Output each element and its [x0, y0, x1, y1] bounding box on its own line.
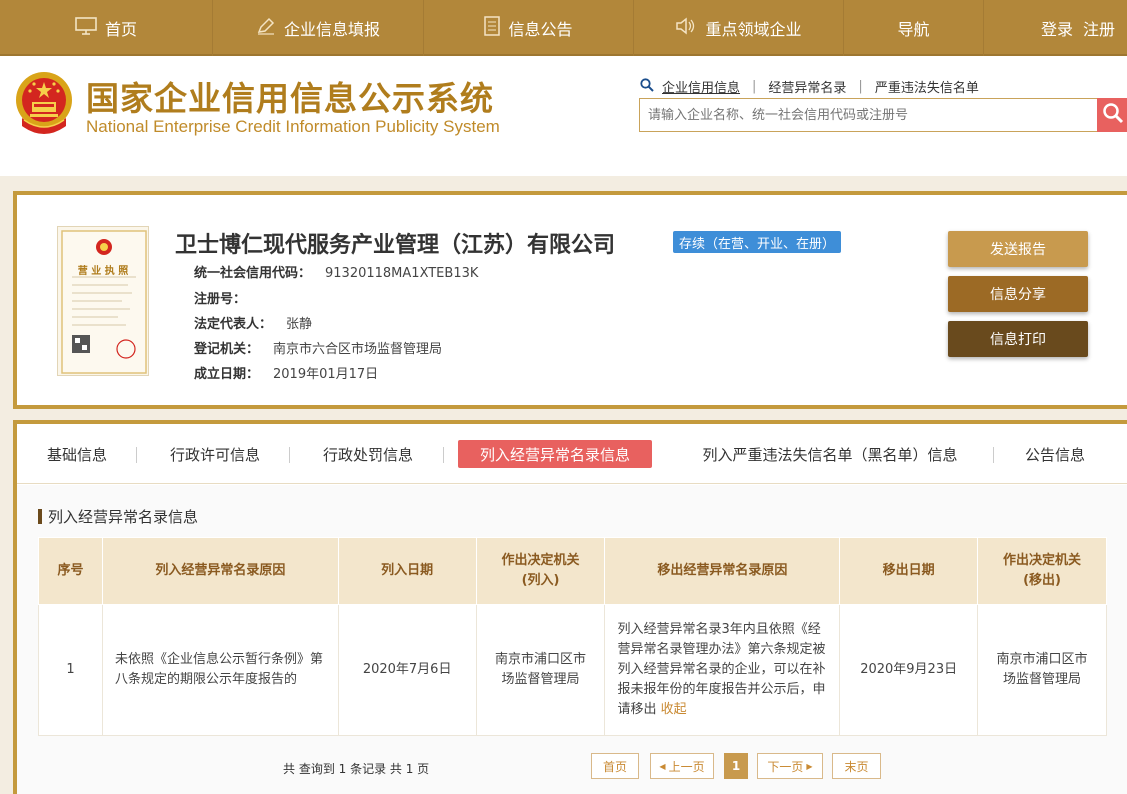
info-row-establishment-date: 成立日期： 2019年01月17日 — [194, 363, 378, 382]
tab-abnormal-list[interactable]: 列入经营异常名录信息 — [458, 440, 652, 468]
chevron-right-icon: ▶ — [806, 761, 813, 771]
cell-date-in: 2020年7月6日 — [337, 604, 477, 736]
table-row: 1 未依照《企业信息公示暂行条例》第八条规定的期限公示年度报告的 2020年7月… — [38, 604, 1107, 736]
col-header-org-in: 作出决定机关 (列入) — [475, 537, 606, 605]
business-license-image — [57, 226, 149, 376]
status-badge: 存续（在营、开业、在册） — [673, 231, 842, 253]
tab-divider — [289, 447, 290, 463]
pager-prev-label: 上一页 — [668, 759, 705, 774]
reason-out-text: 列入经营异常名录3年内且依照《经营异常名录管理办法》第六条规定被列入经营异常名录… — [617, 622, 826, 717]
print-info-button[interactable]: 信息打印 — [948, 321, 1088, 357]
tab-announcements[interactable]: 公告信息 — [1010, 440, 1100, 468]
nav-item-label: 首页 — [104, 20, 137, 39]
pager-next-button[interactable]: 下一页 ▶ — [757, 753, 823, 779]
monitor-icon — [75, 17, 97, 39]
field-value: 张静 — [286, 317, 313, 332]
chevron-left-icon: ◀ — [659, 761, 666, 771]
pager-last-button[interactable]: 末页 — [832, 753, 881, 779]
national-emblem-icon — [14, 70, 74, 138]
tab-divider — [443, 447, 444, 463]
col-header-date-out: 移出日期 — [839, 537, 979, 605]
nav-item-label: 导航 — [897, 20, 930, 39]
register-link[interactable]: 注册 — [1083, 16, 1115, 40]
field-label: 登记机关： — [194, 342, 260, 357]
login-link[interactable]: 登录 — [1041, 16, 1073, 40]
col-header-date-in: 列入日期 — [337, 537, 477, 605]
auth-links: 登录 注册 — [1041, 0, 1115, 56]
pager-current-page[interactable]: 1 — [724, 753, 748, 779]
search-link-abnormal-list[interactable]: 经营异常名录 — [768, 77, 846, 96]
section-title-text: 列入经营异常名录信息 — [48, 508, 199, 526]
search-input[interactable] — [639, 98, 1099, 132]
pager-first-button[interactable]: 首页 — [591, 753, 639, 779]
tab-admin-license[interactable]: 行政许可信息 — [152, 440, 278, 468]
field-label: 注册号： — [194, 292, 247, 307]
tab-admin-penalty[interactable]: 行政处罚信息 — [305, 440, 431, 468]
pager-summary: 共 查询到 1 条记录 共 1 页 — [283, 762, 430, 776]
search-link-blacklist[interactable]: 严重违法失信名单 — [875, 77, 979, 96]
nav-item-navigation[interactable]: 导航 — [844, 0, 984, 56]
search-button[interactable] — [1097, 98, 1127, 132]
magnifier-icon — [640, 77, 654, 96]
col-header-org-out: 作出决定机关 (移出) — [977, 537, 1107, 605]
search-icon — [1102, 102, 1124, 128]
nav-item-enterprise-report[interactable]: 企业信息填报 — [213, 0, 424, 56]
info-row-registration-number: 注册号： — [194, 288, 260, 307]
table-header-row: 序号 列入经营异常名录原因 列入日期 作出决定机关 (列入) 移出经营异常名录原因… — [38, 537, 1107, 605]
divider: | — [858, 79, 863, 94]
nav-item-announcements[interactable]: 信息公告 — [424, 0, 634, 56]
col-header-reason-out: 移出经营异常名录原因 — [604, 537, 841, 605]
info-row-credit-code: 统一社会信用代码： 91320118MA1XTEB13K — [194, 262, 478, 281]
document-icon — [484, 16, 501, 40]
nav-item-home[interactable]: 首页 — [0, 0, 213, 56]
company-name: 卫士博仁现代服务产业管理（江苏）有限公司 — [175, 233, 616, 258]
info-row-registration-authority: 登记机关： 南京市六合区市场监督管理局 — [194, 338, 442, 357]
cell-date-out: 2020年9月23日 — [839, 604, 979, 736]
pen-icon — [256, 17, 276, 39]
cell-org-out: 南京市浦口区市场监督管理局 — [977, 604, 1107, 736]
field-label: 法定代表人： — [194, 317, 273, 332]
cell-org-in: 南京市浦口区市场监督管理局 — [475, 604, 606, 736]
cell-index: 1 — [38, 604, 103, 736]
top-nav: 首页 企业信息填报 信息公告 重点领域企业 导航 登录 注册 — [0, 0, 1127, 56]
search-type-links: 企业信用信息 | 经营异常名录 | 严重违法失信名单 — [640, 77, 979, 96]
abnormal-list-table: 序号 列入经营异常名录原因 列入日期 作出决定机关 (列入) 移出经营异常名录原因… — [38, 537, 1107, 736]
tab-basic-info[interactable]: 基础信息 — [30, 440, 124, 468]
search-link-credit-info[interactable]: 企业信用信息 — [662, 77, 740, 96]
nav-item-label: 重点领域企业 — [705, 20, 802, 39]
field-label: 成立日期： — [194, 367, 260, 382]
divider: | — [752, 79, 757, 94]
cell-reason-in: 未依照《企业信息公示暂行条例》第八条规定的期限公示年度报告的 — [101, 604, 339, 736]
license-title: 营 业 执 照 — [77, 266, 129, 277]
tab-divider — [136, 447, 137, 463]
section-title: 列入经营异常名录信息 — [38, 506, 198, 527]
collapse-link[interactable]: 收起 — [661, 702, 687, 717]
send-report-button[interactable]: 发送报告 — [948, 231, 1088, 267]
system-title: 国家企业信用信息公示系统 — [86, 79, 494, 118]
nav-item-key-enterprises[interactable]: 重点领域企业 — [634, 0, 844, 56]
share-info-button[interactable]: 信息分享 — [948, 276, 1088, 312]
col-header-reason-in: 列入经营异常名录原因 — [101, 537, 339, 605]
field-value: 南京市六合区市场监督管理局 — [273, 342, 443, 357]
nav-item-label: 企业信息填报 — [283, 20, 380, 39]
info-row-legal-representative: 法定代表人： 张静 — [194, 313, 312, 332]
field-label: 统一社会信用代码： — [194, 266, 312, 281]
pager-next-label: 下一页 — [767, 759, 804, 774]
field-value: 2019年01月17日 — [273, 367, 379, 382]
speaker-icon — [675, 17, 697, 39]
col-header-index: 序号 — [38, 537, 103, 605]
nav-item-label: 信息公告 — [508, 20, 573, 39]
tab-blacklist[interactable]: 列入严重违法失信名单（黑名单）信息 — [676, 440, 984, 468]
pager-prev-button[interactable]: ◀ 上一页 — [650, 753, 714, 779]
system-subtitle: National Enterprise Credit Information P… — [86, 117, 500, 136]
section-marker — [38, 509, 42, 524]
field-value: 91320118MA1XTEB13K — [325, 266, 479, 281]
cell-reason-out: 列入经营异常名录3年内且依照《经营异常名录管理办法》第六条规定被列入经营异常名录… — [604, 604, 841, 736]
tab-divider — [993, 447, 994, 463]
